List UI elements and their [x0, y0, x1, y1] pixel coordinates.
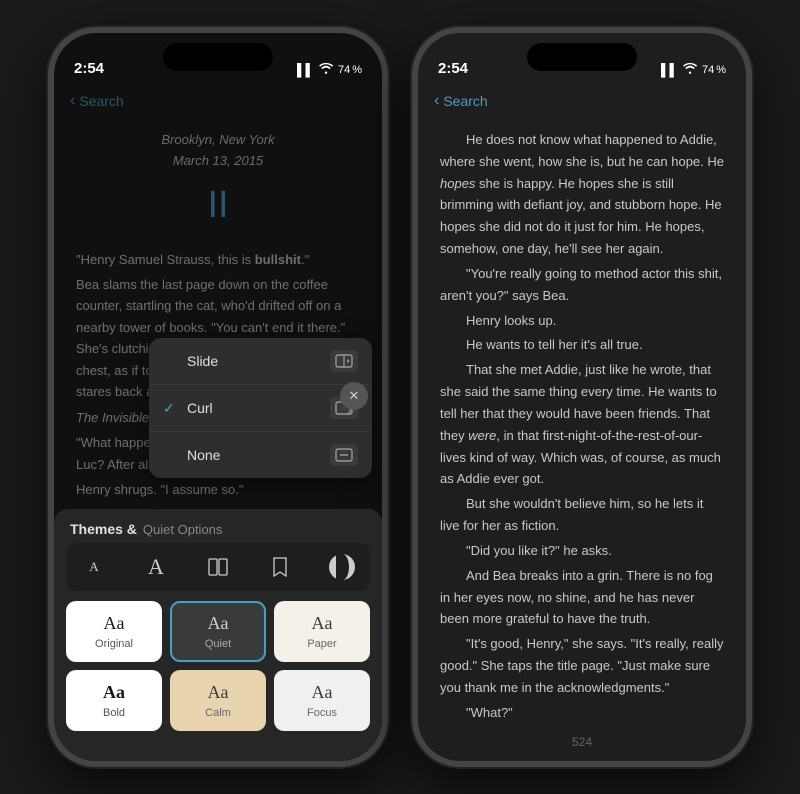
bookmark-button[interactable]	[262, 551, 298, 583]
right-volume-up-button[interactable]	[412, 153, 416, 185]
silent-switch[interactable]	[48, 243, 52, 275]
check-icon-curl: ✓	[163, 400, 179, 417]
close-button[interactable]: ✕	[340, 382, 368, 410]
themes-title: Themes &	[70, 521, 137, 537]
page-turn-menu: Slide ✓ Curl	[149, 338, 372, 478]
right-volume-down-button[interactable]	[412, 198, 416, 230]
right-para-2: "You're really going to method actor thi…	[440, 263, 724, 307]
right-dynamic-island	[527, 43, 637, 71]
font-small-button[interactable]: A	[76, 551, 112, 583]
power-button[interactable]	[384, 198, 388, 258]
dynamic-island	[163, 43, 273, 71]
layout-button[interactable]	[200, 551, 236, 583]
right-para-9: "It's good, Henry," she says. "It's real…	[440, 633, 724, 698]
menu-item-curl[interactable]: ✓ Curl	[149, 385, 372, 432]
right-para-11: "My thesis. Remember? I wanted to do it …	[440, 727, 724, 731]
menu-item-none[interactable]: None	[149, 432, 372, 478]
theme-circle-button[interactable]	[324, 551, 360, 583]
right-para-7: "Did you like it?" he asks.	[440, 540, 724, 562]
right-battery-unit: %	[716, 64, 726, 76]
theme-aa-paper: Aa	[312, 613, 333, 634]
slide-label: Slide	[187, 353, 218, 369]
right-para-4: He wants to tell her it's all true.	[440, 334, 724, 356]
battery-level: 74	[338, 64, 350, 76]
right-para-10: "What?"	[440, 702, 724, 724]
right-reading-content: He does not know what happened to Addie,…	[418, 119, 746, 731]
right-power-button[interactable]	[748, 198, 752, 258]
theme-label-focus: Focus	[307, 707, 337, 719]
theme-label-bold: Bold	[103, 707, 125, 719]
right-status-time: 2:54	[438, 60, 468, 77]
slide-icon	[330, 350, 358, 372]
theme-paper[interactable]: Aa Paper	[274, 601, 370, 662]
theme-label-quiet: Quiet	[205, 638, 231, 650]
curl-label: Curl	[187, 400, 213, 416]
right-status-icons: ▌▌ 74 %	[661, 63, 726, 77]
status-icons: ▌▌ 74 %	[297, 63, 362, 77]
toolbar-row: A A	[66, 543, 370, 591]
right-back-button[interactable]: ‹ Search	[434, 92, 488, 110]
right-para-3: Henry looks up.	[440, 310, 724, 332]
theme-aa-quiet: Aa	[208, 613, 229, 634]
right-para-8: And Bea breaks into a grin. There is no …	[440, 565, 724, 630]
battery-icon: 74 %	[338, 64, 362, 76]
right-screen: 2:54 ▌▌ 74 % ‹ Search	[418, 33, 746, 761]
right-para-6: But she wouldn't believe him, so he lets…	[440, 493, 724, 537]
theme-aa-calm: Aa	[208, 682, 229, 703]
volume-down-button[interactable]	[48, 198, 52, 230]
right-nav-bar: ‹ Search	[418, 83, 746, 119]
theme-grid: Aa Original Aa Quiet Aa Paper Aa Bold Aa	[66, 601, 370, 731]
right-battery-icon: 74 %	[702, 64, 726, 76]
theme-aa-focus: Aa	[312, 682, 333, 703]
status-time: 2:54	[74, 60, 104, 77]
volume-up-button[interactable]	[48, 153, 52, 185]
theme-label-calm: Calm	[205, 707, 231, 719]
wifi-icon	[319, 63, 333, 77]
themes-header: Themes & Quiet Options	[66, 521, 370, 537]
font-large-label: A	[148, 554, 164, 580]
none-label: None	[187, 447, 220, 463]
none-icon	[330, 444, 358, 466]
theme-bold[interactable]: Aa Bold	[66, 670, 162, 731]
themes-panel: Themes & Quiet Options A A	[54, 509, 382, 761]
theme-focus[interactable]: Aa Focus	[274, 670, 370, 731]
left-screen: 2:54 ▌▌ 74 % ‹ Search	[54, 33, 382, 761]
left-phone: 2:54 ▌▌ 74 % ‹ Search	[48, 27, 388, 767]
battery-unit: %	[352, 64, 362, 76]
right-para-1: He does not know what happened to Addie,…	[440, 129, 724, 260]
right-signal-icon: ▌▌	[661, 63, 678, 77]
right-phone: 2:54 ▌▌ 74 % ‹ Search	[412, 27, 752, 767]
themes-subtitle: Quiet Options	[143, 522, 223, 537]
signal-icon: ▌▌	[297, 63, 314, 77]
theme-calm[interactable]: Aa Calm	[170, 670, 266, 731]
theme-label-original: Original	[95, 638, 133, 650]
theme-label-paper: Paper	[307, 638, 336, 650]
theme-aa-bold: Aa	[103, 682, 125, 703]
right-para-5: That she met Addie, just like he wrote, …	[440, 359, 724, 490]
right-silent-switch[interactable]	[412, 243, 416, 275]
page-number: 524	[572, 735, 592, 749]
right-chevron-left-icon: ‹	[434, 92, 439, 110]
right-wifi-icon	[683, 63, 697, 77]
theme-aa-original: Aa	[104, 613, 125, 634]
right-back-label: Search	[443, 93, 487, 109]
menu-item-slide[interactable]: Slide	[149, 338, 372, 385]
right-battery-level: 74	[702, 64, 714, 76]
font-small-label: A	[89, 559, 98, 575]
theme-quiet[interactable]: Aa Quiet	[170, 601, 266, 662]
font-large-button[interactable]: A	[138, 551, 174, 583]
theme-original[interactable]: Aa Original	[66, 601, 162, 662]
